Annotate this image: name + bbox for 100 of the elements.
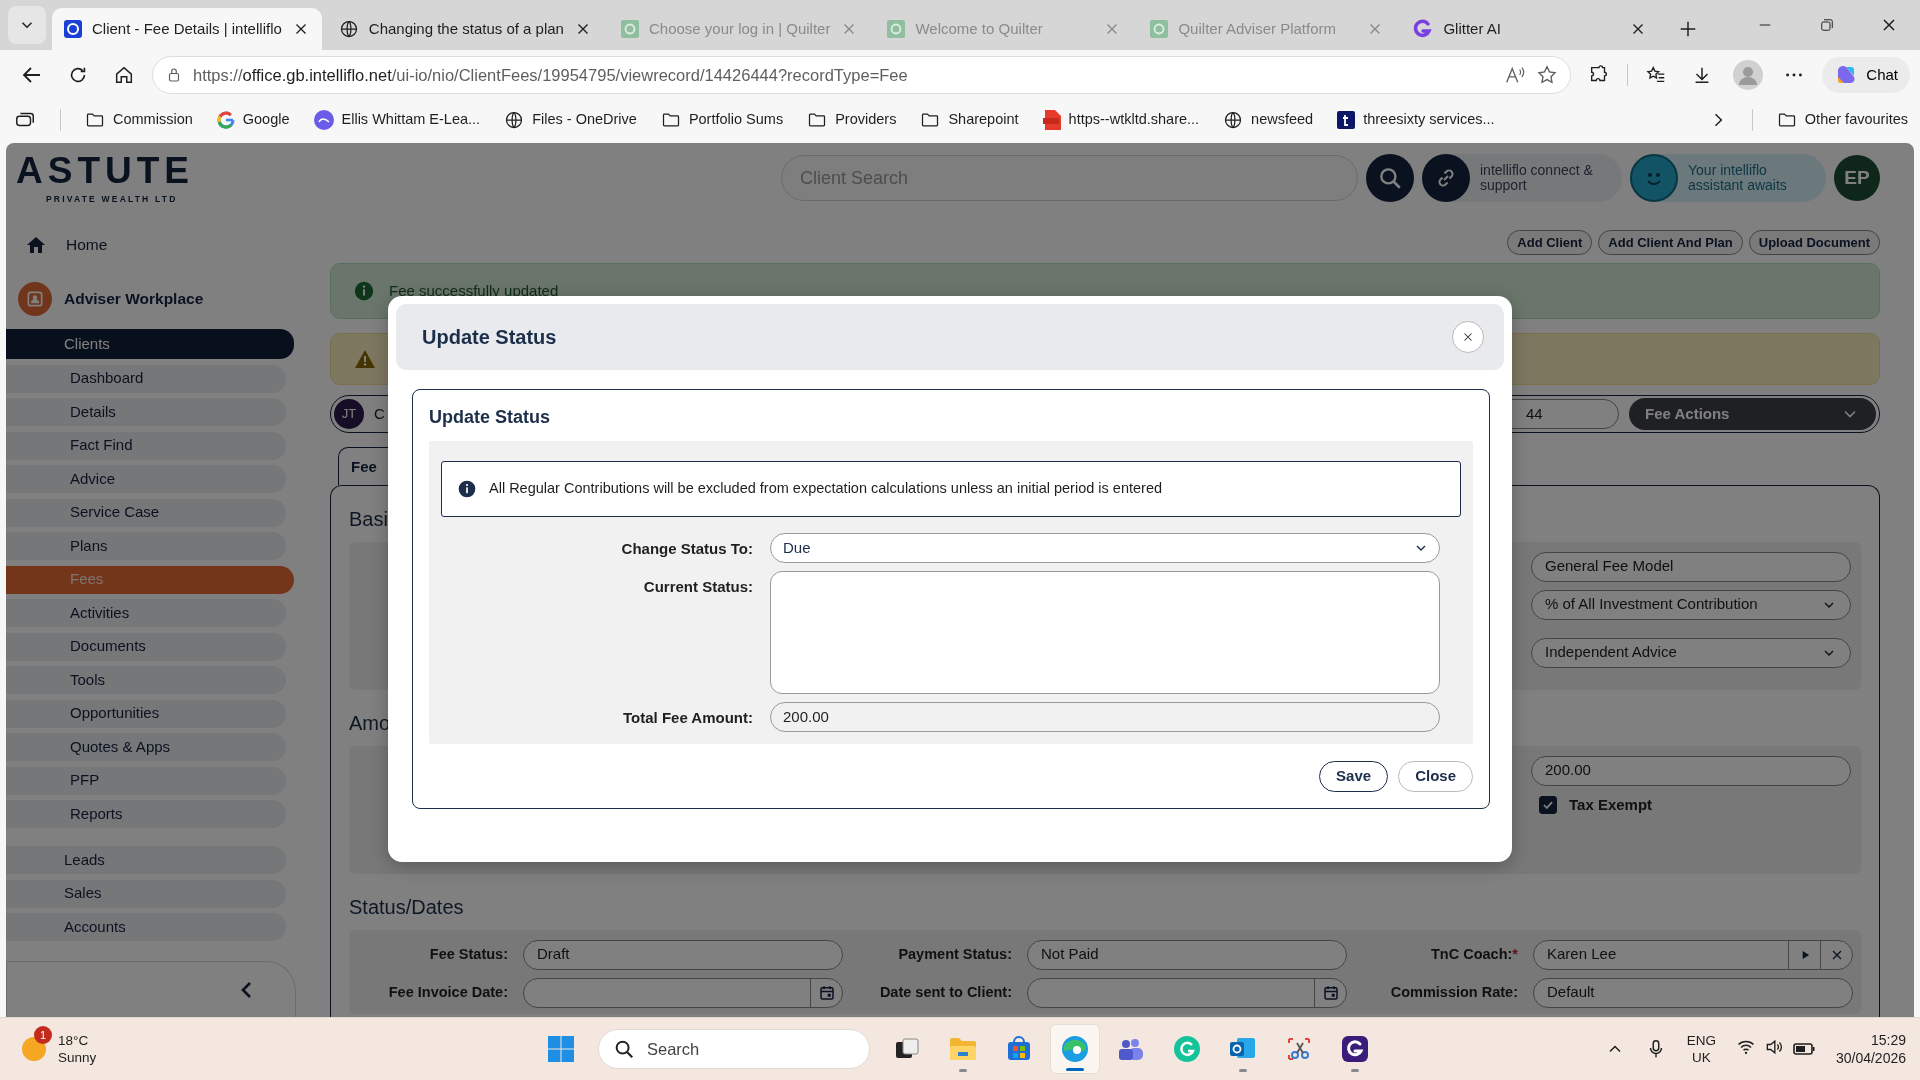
- sidebar-item[interactable]: Sales: [6, 879, 286, 908]
- weather-text: Sunny: [58, 1049, 97, 1066]
- text-field[interactable]: Draft: [523, 939, 843, 970]
- browser-tab[interactable]: Changing the status of a plan: [326, 8, 604, 50]
- sidebar-item[interactable]: Leads: [6, 846, 286, 874]
- text-field[interactable]: General Fee Model: [1531, 551, 1851, 582]
- browser-tab[interactable]: Quilter Adviser Platform: [1138, 8, 1397, 50]
- bookmark-link[interactable]: Providers: [807, 109, 897, 131]
- field-label: Payment Status:: [897, 946, 1012, 963]
- browser-tab[interactable]: Choose your log in | Quilter: [608, 8, 871, 50]
- action-button[interactable]: Add Client And Plan: [1598, 230, 1743, 255]
- lookup-field[interactable]: Karen Lee: [1533, 939, 1853, 970]
- text-field[interactable]: Not Paid: [1027, 939, 1347, 970]
- checkbox[interactable]: [1539, 795, 1557, 814]
- search-button[interactable]: [1366, 154, 1414, 202]
- client-avatar: JT: [334, 399, 364, 429]
- calendar-icon[interactable]: [1321, 983, 1340, 1002]
- connect-button[interactable]: intelliflo connect & support: [1422, 154, 1622, 202]
- shopping-bag-icon: [1006, 1036, 1032, 1062]
- user-avatar[interactable]: EP: [1834, 155, 1880, 201]
- sidebar-item[interactable]: Accounts: [6, 913, 286, 941]
- browser-tab[interactable]: Client - Fee Details | intelliflo: [52, 8, 322, 50]
- wave-logo-icon: [1061, 1035, 1089, 1063]
- calendar-icon[interactable]: [817, 983, 836, 1002]
- field-label: Date sent to Client:: [878, 984, 1012, 1001]
- sidebar-item[interactable]: Activities: [6, 599, 286, 627]
- sidebar-item[interactable]: Tools: [6, 666, 286, 694]
- field-label: TnC Coach:*: [1430, 946, 1518, 963]
- sidebar-item[interactable]: Fact Find: [6, 431, 286, 460]
- bookmark-folder[interactable]: Other favourites: [1776, 109, 1908, 131]
- search-icon: [1377, 165, 1403, 191]
- text-field[interactable]: Default: [1533, 977, 1853, 1008]
- section-heading: Status/Dates: [349, 894, 464, 920]
- workplace-link[interactable]: Adviser Workplace: [6, 277, 306, 321]
- assistant-button[interactable]: Your intelliflo assistant awaits: [1630, 154, 1826, 202]
- bookmark-link[interactable]: Ellis Whittam E-Lea...: [313, 109, 481, 131]
- person-card-icon: [25, 289, 45, 309]
- document-icon: [1042, 110, 1061, 130]
- square-logo-icon: [887, 20, 906, 38]
- square-logo-icon: [620, 20, 639, 38]
- sidebar-item[interactable]: Opportunities: [6, 699, 286, 728]
- bookmark-link[interactable]: newsfeed: [1223, 109, 1314, 131]
- card-title: Update Status: [429, 406, 552, 429]
- select-field[interactable]: % of All Investment Contribution: [1531, 589, 1851, 620]
- text-field[interactable]: 200.00: [1531, 755, 1851, 786]
- browser-tab[interactable]: Glitter AI: [1401, 8, 1660, 50]
- sidebar-item[interactable]: Service Case: [6, 498, 286, 527]
- star-icon[interactable]: [1536, 64, 1559, 86]
- date-field[interactable]: [1027, 977, 1347, 1008]
- select-field[interactable]: Independent Advice: [1531, 637, 1851, 668]
- dialog-title: Update Status: [422, 325, 557, 350]
- section-heading: Basi: [349, 506, 388, 532]
- globe-icon: [504, 110, 525, 130]
- restore-icon[interactable]: [1818, 16, 1836, 34]
- swirl-logo-icon: [1413, 19, 1434, 39]
- bookmark-link[interactable]: Files - OneDrive: [504, 109, 637, 131]
- info-icon: [353, 280, 375, 302]
- home-link[interactable]: Home: [6, 227, 306, 263]
- field-label: Fee Status:: [428, 946, 508, 963]
- sidebar-item[interactable]: Reports: [6, 800, 286, 828]
- info-icon: [457, 479, 477, 499]
- sidebar-item[interactable]: Plans: [6, 532, 286, 560]
- browser-tab[interactable]: Welcome to Quilter: [875, 8, 1134, 50]
- section-heading: Amo: [349, 710, 391, 736]
- sidebar-item[interactable]: Dashboard: [6, 364, 286, 393]
- chat-button[interactable]: Chat: [1822, 57, 1910, 93]
- sidebar-item[interactable]: Documents: [6, 632, 286, 661]
- home-icon[interactable]: [113, 64, 135, 86]
- sidebar-item[interactable]: Clients: [6, 329, 294, 359]
- clock-time: 15:29: [1869, 1031, 1906, 1049]
- save-button[interactable]: Save: [1319, 761, 1389, 792]
- folder-icon: [949, 1037, 977, 1061]
- close-button[interactable]: Close: [1398, 761, 1473, 792]
- multicolor-ring-icon: [216, 111, 235, 129]
- date-field[interactable]: [523, 977, 843, 1008]
- taskbar-search-field[interactable]: Search: [598, 1029, 870, 1069]
- field-label: Total Fee Amount:: [622, 708, 753, 728]
- sidebar-item[interactable]: Details: [6, 398, 286, 426]
- address-bar[interactable]: https://office.gb.intelliflo.net/ui-io/nio/ClientFees/19954795/viewrecord/14426444?recordType=Fee: [152, 56, 1572, 94]
- square-logo-icon: [1150, 20, 1169, 38]
- windows-logo-icon: [547, 1035, 575, 1063]
- bookmark-link[interactable]: Sharepoint: [920, 109, 1019, 131]
- bookmark-link[interactable]: threesixty services...: [1337, 109, 1495, 131]
- status-select[interactable]: Due: [770, 533, 1440, 563]
- bookmark-link[interactable]: https--wtkltd.share...: [1042, 109, 1200, 131]
- field-label: Change Status To:: [620, 539, 753, 559]
- sidebar-item[interactable]: Advice: [6, 465, 286, 493]
- globe-icon: [338, 19, 359, 39]
- action-button[interactable]: Upload Document: [1748, 230, 1880, 255]
- sidebar-item[interactable]: Quotes & Apps: [6, 733, 286, 761]
- fee-actions-dropdown[interactable]: Fee Actions: [1629, 398, 1876, 430]
- action-button[interactable]: Add Client: [1507, 230, 1593, 255]
- bookmark-link[interactable]: Commission: [85, 109, 193, 131]
- amount-field: 200.00: [770, 702, 1440, 732]
- alert-text: Fee successfully updated: [389, 280, 559, 301]
- profile-avatar-icon[interactable]: [1733, 60, 1764, 90]
- bookmark-link[interactable]: Google: [216, 109, 290, 131]
- bookmark-link[interactable]: Portfolio Sums: [660, 109, 784, 131]
- sidebar-item[interactable]: PFP: [6, 766, 286, 795]
- square-logo-icon: [1337, 111, 1356, 129]
